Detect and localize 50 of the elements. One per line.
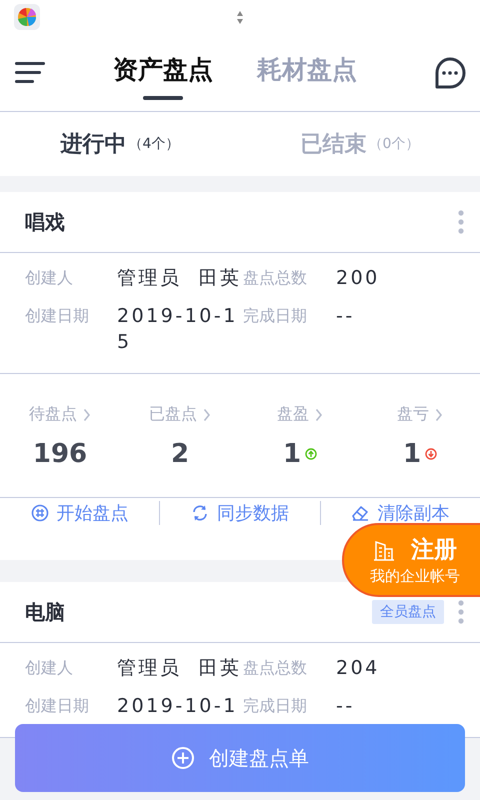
stat-value: 1	[282, 439, 302, 469]
tab[interactable]: 耗材盘点	[255, 45, 359, 100]
field-value: --	[336, 694, 356, 719]
eraser-icon	[351, 504, 370, 522]
promo-title[interactable]: 注册	[411, 534, 457, 565]
field-label: 创建日期	[25, 695, 90, 717]
stat-label[interactable]: 盘亏	[397, 404, 429, 425]
field-value: 204	[336, 656, 381, 681]
field-value: 2019-10-1	[117, 694, 239, 719]
action-button[interactable]: 同步数据	[159, 501, 320, 525]
stat-label[interactable]: 待盘点	[29, 404, 77, 425]
create-button[interactable]: 创建盘点单	[15, 724, 465, 792]
action-button[interactable]: 开始盘点	[0, 501, 160, 525]
app-icon	[14, 4, 40, 30]
sort-arrows-icon	[236, 10, 244, 24]
chat-icon	[434, 56, 466, 88]
tab-indicator	[143, 96, 183, 100]
sync-icon	[190, 504, 209, 522]
stat-label[interactable]: 盘盈	[277, 404, 309, 425]
chevron-icon	[83, 408, 91, 422]
tab[interactable]: 资产盘点	[111, 45, 215, 100]
field-label: 创建日期	[25, 305, 90, 327]
field-value: --	[336, 304, 356, 329]
field-label: 创建人	[25, 657, 74, 679]
card-title: 电脑	[25, 598, 66, 626]
field-value: 管理员 田英	[117, 266, 243, 291]
grid-circle-icon	[30, 504, 49, 522]
card-title: 唱戏	[25, 208, 66, 236]
chevron-icon	[203, 408, 211, 422]
chevron-icon	[435, 408, 443, 422]
field-label: 完成日期	[243, 305, 308, 327]
field-label: 完成日期	[243, 695, 308, 717]
stat-value: 1	[402, 439, 422, 469]
more-icon	[458, 210, 464, 234]
building-icon	[373, 538, 395, 560]
field-value: 200	[336, 266, 381, 291]
more-icon	[458, 600, 464, 624]
field-label: 盘点总数	[243, 267, 308, 289]
chevron-icon	[315, 408, 323, 422]
stat-value: 2	[170, 439, 190, 469]
field-label: 创建人	[25, 267, 74, 289]
stat-label[interactable]: 已盘点	[149, 404, 197, 425]
plus-circle-icon	[171, 746, 195, 770]
field-label: 盘点总数	[243, 657, 308, 679]
promo-subtitle[interactable]: 我的企业帐号	[370, 567, 460, 586]
field-value: 管理员 田英	[117, 656, 243, 681]
stat-value: 196	[32, 439, 88, 469]
menu-icon	[14, 60, 46, 85]
field-value: 2019-10-15	[117, 304, 239, 355]
tag: 全员盘点	[372, 600, 444, 624]
